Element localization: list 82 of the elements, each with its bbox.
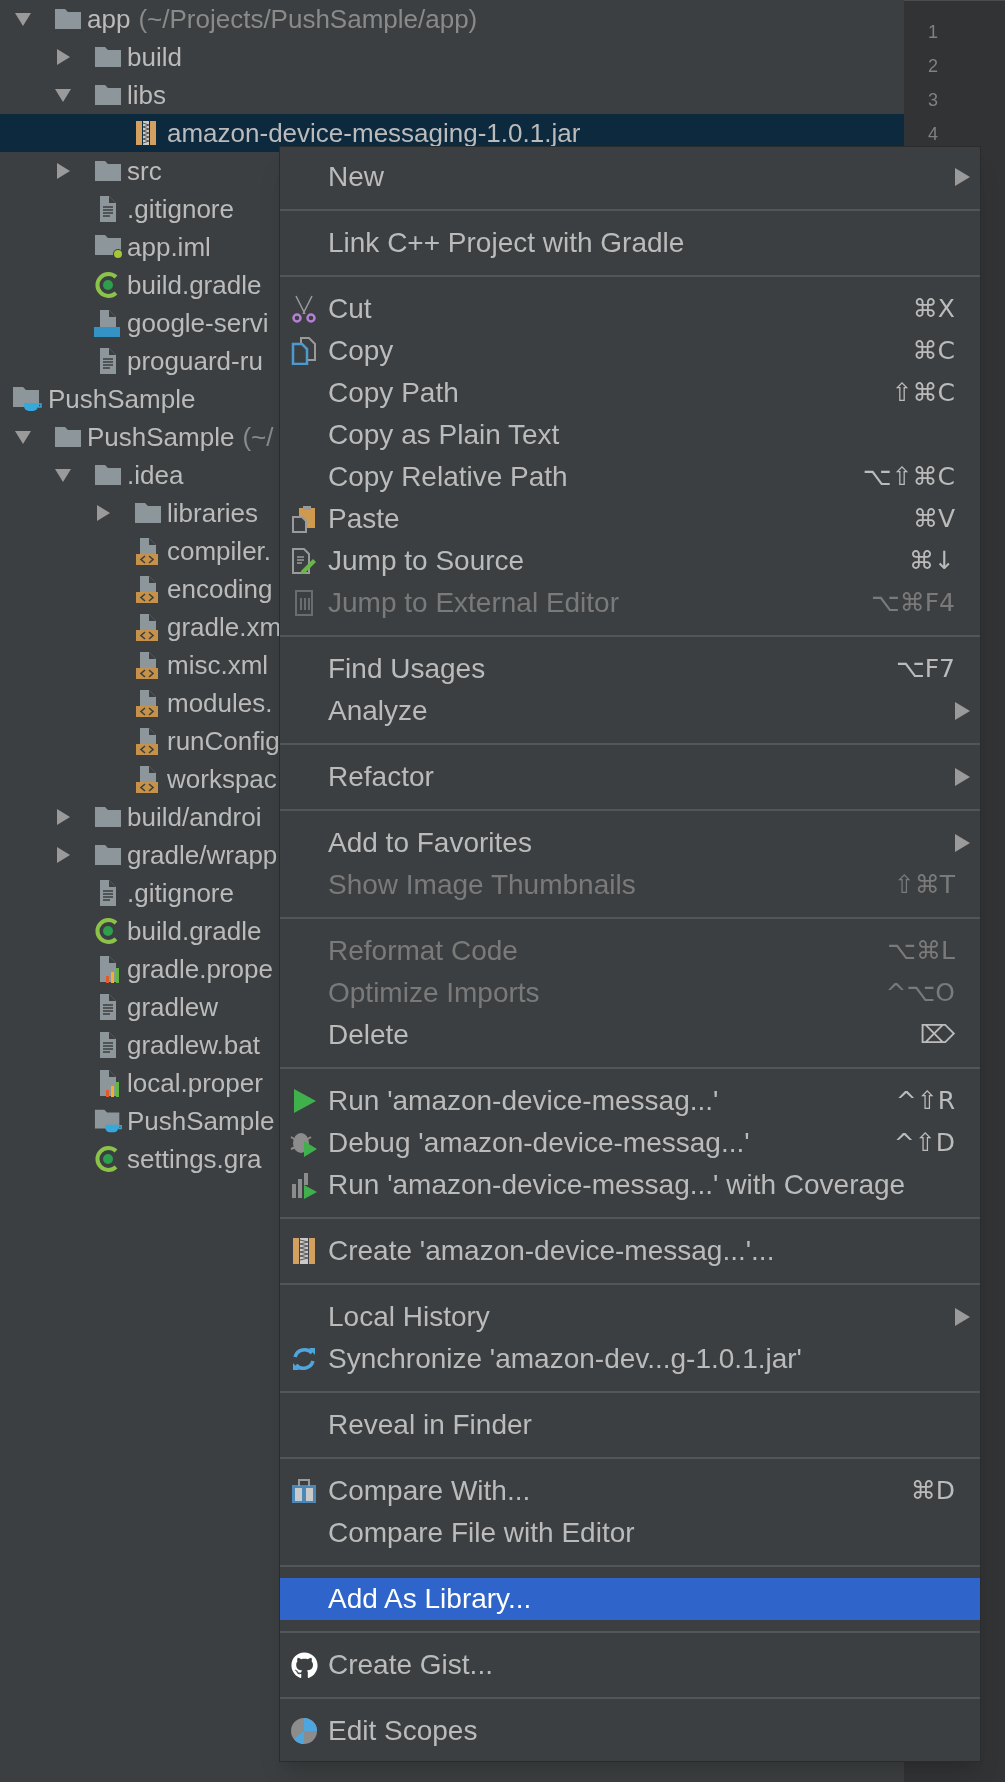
file-name: compiler. (167, 534, 272, 568)
shortcut-label: ⌥⌘F4 (870, 587, 955, 620)
file-name: settings.gra (127, 1142, 262, 1176)
shortcut-label: ⌘V (912, 503, 955, 536)
menu-item-label: Link C++ Project with Gradle (328, 226, 686, 260)
shortcut-label: ⇧⌘T (893, 869, 955, 902)
file-name: libraries (167, 496, 259, 530)
file-name: runConfig (167, 724, 280, 758)
shortcut-label: ⌦ (919, 1019, 955, 1052)
file-name: PushSample (87, 420, 235, 454)
file-name: .idea (127, 458, 184, 492)
line-number: 1 (928, 21, 939, 44)
menu-item-label: Reveal in Finder (328, 1408, 533, 1442)
menu-item-label: Create Gist... (328, 1648, 494, 1682)
file-name: encoding (167, 572, 273, 606)
file-name: app (87, 2, 131, 36)
shortcut-label: ⌘C (912, 335, 955, 368)
menu-item-label: Optimize Imports (328, 976, 541, 1010)
menu-item-label: Reformat Code (328, 934, 519, 968)
file-name: modules. (167, 686, 273, 720)
file-name: gradle/wrapp (127, 838, 278, 872)
shortcut-label: ⌥⇧⌘C (862, 461, 955, 494)
shortcut-label: ⌘D (910, 1475, 955, 1508)
menu-item-label: Copy as Plain Text (328, 418, 561, 452)
file-name: src (127, 154, 162, 188)
menu-item-label: Refactor (328, 760, 435, 794)
line-number: 2 (928, 55, 939, 78)
menu-item-label: Compare With... (328, 1474, 532, 1508)
file-name: gradlew.bat (127, 1028, 260, 1062)
menu-item-label: Cut (328, 292, 373, 326)
menu-item-label: Create 'amazon-device-messag...'... (328, 1234, 776, 1268)
file-name: google-servi (127, 306, 269, 340)
line-number: 4 (928, 123, 939, 146)
menu-item-label: Add As Library... (328, 1582, 533, 1616)
menu-item-label: Add to Favorites (328, 826, 533, 860)
menu-item-label: Show Image Thumbnails (328, 868, 637, 902)
menu-item-label: Delete (328, 1018, 410, 1052)
file-name: gradlew (127, 990, 219, 1024)
menu-item-label: Jump to Source (328, 544, 526, 578)
file-name: workspac (167, 762, 277, 796)
file-name: libs (127, 78, 166, 112)
file-name: PushSample (127, 1104, 275, 1138)
menu-item-label: Copy Path (328, 376, 460, 410)
menu-item-label: Jump to External Editor (328, 586, 621, 620)
menu-item-label: Copy Relative Path (328, 460, 569, 494)
file-name: app.iml (127, 230, 211, 264)
shortcut-label: ⌘X (912, 293, 955, 326)
menu-item-label: New (328, 160, 385, 194)
file-name: misc.xml (167, 648, 269, 682)
menu-item-label: Debug 'amazon-device-messag...' (328, 1126, 751, 1160)
menu-item-label: Find Usages (328, 652, 487, 686)
menu-item-label: Compare File with Editor (328, 1516, 636, 1550)
menu-item-label: Analyze (328, 694, 429, 728)
file-name: build/androi (127, 800, 262, 834)
file-name: build.gradle (127, 914, 262, 948)
shortcut-label: ⌥⌘L (887, 935, 955, 968)
shortcut-label: ^⌥O (885, 977, 955, 1010)
file-name: amazon-device-messaging-1.0.1.jar (167, 116, 581, 150)
menu-item-label: Copy (328, 334, 395, 368)
file-name: build.gradle (127, 268, 262, 302)
menu-item-label: Synchronize 'amazon-dev...g-1.0.1.jar' (328, 1342, 803, 1376)
menu-item-label: Edit Scopes (328, 1714, 479, 1748)
shortcut-label: ⌥F7 (895, 653, 955, 686)
menu-item-label: Local History (328, 1300, 491, 1334)
file-path: (~/ (242, 420, 274, 454)
menu-item-label: Run 'amazon-device-messag...' (328, 1084, 720, 1118)
shortcut-label: ^⇧D (893, 1127, 955, 1160)
menu-item-label: Run 'amazon-device-messag...' with Coverage (328, 1168, 907, 1202)
file-name: .gitignore (127, 192, 234, 226)
project-name: PushSample (48, 382, 196, 416)
file-name: local.proper (127, 1066, 263, 1100)
shortcut-label: ^⇧R (895, 1085, 955, 1118)
menu-item-label: Paste (328, 502, 401, 536)
file-name: .gitignore (127, 876, 234, 910)
file-name: proguard-ru (127, 344, 263, 378)
file-name: build (127, 40, 182, 74)
line-number: 3 (928, 89, 939, 112)
shortcut-label: ⇧⌘C (891, 377, 955, 410)
shortcut-label: ⌘↓ (909, 545, 955, 578)
file-path: (~/Projects/PushSample/app) (138, 2, 478, 36)
file-name: gradle.xm (167, 610, 282, 644)
file-name: gradle.prope (127, 952, 273, 986)
